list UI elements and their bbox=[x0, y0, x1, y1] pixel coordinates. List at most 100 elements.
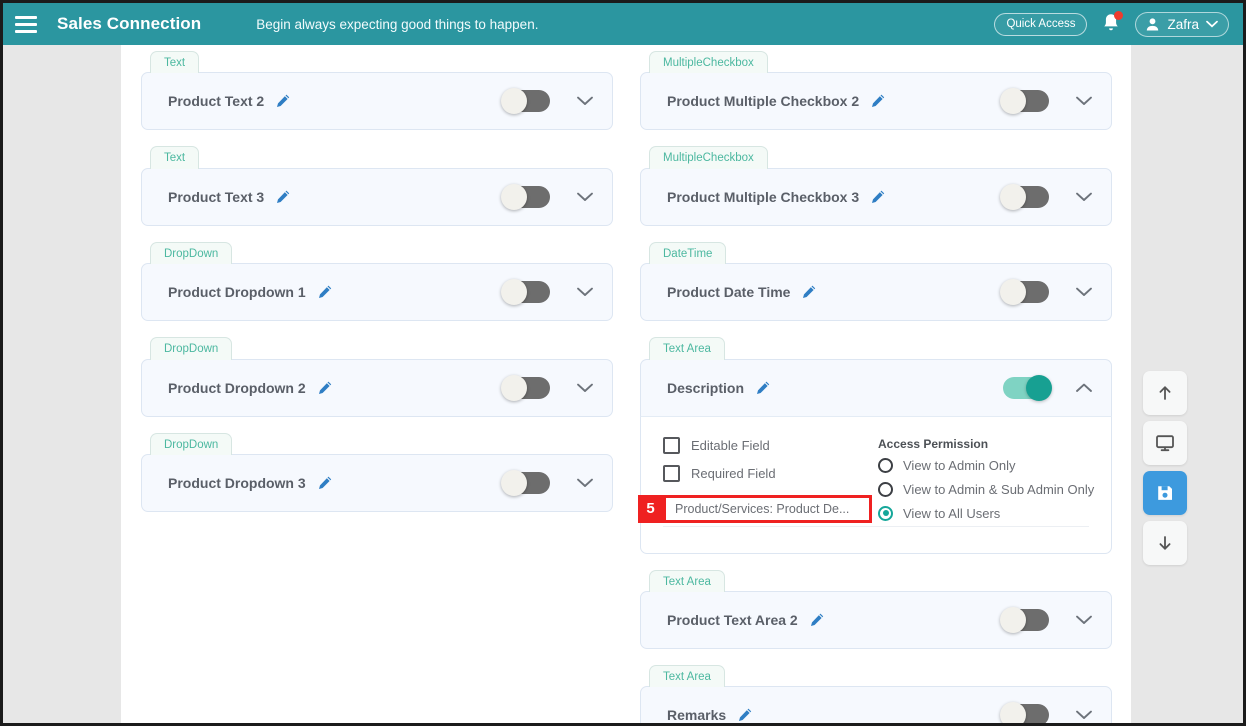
expand-card-button[interactable] bbox=[576, 379, 594, 397]
field-card-header[interactable]: Product Dropdown 2 bbox=[141, 358, 613, 417]
toggle-knob bbox=[1000, 183, 1026, 210]
edit-field-button[interactable] bbox=[317, 380, 333, 396]
field-card-controls bbox=[1000, 183, 1093, 210]
panel-divider bbox=[663, 525, 1089, 527]
field-card: Text Product Text 3 bbox=[141, 146, 613, 226]
permission-radio-selected[interactable] bbox=[878, 505, 893, 521]
edit-field-button[interactable] bbox=[870, 189, 886, 205]
permission-radio[interactable] bbox=[878, 481, 893, 497]
editable-field-checkbox[interactable] bbox=[663, 436, 680, 454]
expand-card-button[interactable] bbox=[576, 474, 594, 492]
field-enable-toggle[interactable] bbox=[501, 374, 550, 401]
field-enable-toggle[interactable] bbox=[1000, 606, 1049, 633]
field-title: Product Dropdown 2 bbox=[168, 379, 306, 396]
field-card: MultipleCheckbox Product Multiple Checkbo… bbox=[640, 51, 1112, 131]
permission-option-label: View to Admin Only bbox=[903, 457, 1016, 473]
chevron-down-icon bbox=[1076, 97, 1092, 106]
mapped-field-selector[interactable]: Product/Services: Product De... bbox=[663, 494, 872, 523]
field-card-header[interactable]: Remarks bbox=[640, 686, 1112, 723]
permission-option-2[interactable]: View to Admin & Sub Admin Only bbox=[878, 481, 1094, 497]
permission-radio[interactable] bbox=[878, 457, 893, 473]
monitor-icon bbox=[1156, 435, 1174, 452]
move-down-button[interactable] bbox=[1143, 521, 1187, 565]
expand-card-button[interactable] bbox=[576, 283, 594, 301]
field-enable-toggle[interactable] bbox=[1000, 183, 1049, 210]
field-card-header[interactable]: Product Text 3 bbox=[141, 167, 613, 226]
notification-bell-button[interactable] bbox=[1101, 11, 1124, 36]
edit-pencil-icon bbox=[872, 94, 885, 108]
permission-option-1[interactable]: View to Admin Only bbox=[878, 457, 1094, 473]
toggle-knob bbox=[1000, 88, 1026, 115]
field-card-header[interactable]: Product Text Area 2 bbox=[640, 590, 1112, 649]
left-side-strip bbox=[3, 45, 121, 723]
field-type-tab: DropDown bbox=[150, 432, 233, 455]
field-card-controls bbox=[501, 183, 594, 210]
edit-field-button[interactable] bbox=[755, 380, 771, 396]
field-enable-toggle[interactable] bbox=[1000, 88, 1049, 115]
field-card: Text Area Product Text Area 2 bbox=[640, 569, 1112, 649]
field-enable-toggle[interactable] bbox=[501, 88, 550, 115]
editable-field-row[interactable]: Editable Field bbox=[663, 436, 872, 454]
preview-button[interactable] bbox=[1143, 421, 1187, 465]
expand-card-button[interactable] bbox=[1075, 92, 1093, 110]
expand-card-button[interactable] bbox=[1075, 188, 1093, 206]
required-field-row[interactable]: Required Field bbox=[663, 464, 872, 482]
field-enable-toggle[interactable] bbox=[501, 183, 550, 210]
field-enable-toggle[interactable] bbox=[501, 279, 550, 306]
edit-field-button[interactable] bbox=[275, 93, 291, 109]
toggle-knob bbox=[501, 88, 527, 115]
field-card: Text Area Description Editable Field Requir… bbox=[638, 337, 1112, 554]
edit-pencil-icon bbox=[757, 381, 770, 394]
edit-field-button[interactable] bbox=[275, 189, 291, 205]
hamburger-menu-icon[interactable] bbox=[15, 15, 37, 33]
access-permission-title: Access Permission bbox=[878, 436, 989, 451]
collapse-card-button[interactable] bbox=[1075, 379, 1093, 397]
field-type-tab: Text Area bbox=[649, 664, 725, 688]
field-card-controls bbox=[501, 279, 594, 306]
field-title: Product Multiple Checkbox 3 bbox=[667, 188, 860, 205]
field-enable-toggle[interactable] bbox=[1003, 374, 1052, 401]
app-window: Sales Connection Begin always expecting … bbox=[0, 0, 1246, 726]
toggle-knob bbox=[1000, 702, 1026, 723]
field-enable-toggle[interactable] bbox=[501, 469, 550, 496]
expand-card-button[interactable] bbox=[576, 188, 594, 206]
move-up-button[interactable] bbox=[1143, 371, 1187, 415]
permission-option-3[interactable]: View to All Users bbox=[878, 505, 1094, 521]
header-tagline: Begin always expecting good things to ha… bbox=[256, 16, 539, 32]
required-field-checkbox[interactable] bbox=[663, 464, 680, 482]
field-title: Product Multiple Checkbox 2 bbox=[667, 93, 860, 110]
expand-card-button[interactable] bbox=[1075, 283, 1093, 301]
expand-card-button[interactable] bbox=[1075, 611, 1093, 629]
field-card-header[interactable]: Product Date Time bbox=[640, 263, 1112, 322]
save-disk-icon bbox=[1158, 486, 1172, 500]
user-menu-button[interactable]: Zafra bbox=[1135, 11, 1229, 37]
field-type-tab: MultipleCheckbox bbox=[649, 51, 768, 74]
edit-field-button[interactable] bbox=[317, 475, 333, 491]
access-permission-group: Access Permission View to Admin Only View … bbox=[872, 437, 1094, 530]
edit-field-button[interactable] bbox=[809, 612, 825, 628]
field-card-header[interactable]: Product Text 2 bbox=[141, 72, 613, 131]
field-enable-toggle[interactable] bbox=[1000, 279, 1049, 306]
field-title: Product Dropdown 3 bbox=[168, 474, 306, 491]
edit-field-button[interactable] bbox=[317, 284, 333, 300]
expand-card-button[interactable] bbox=[1075, 706, 1093, 723]
user-name-label: Zafra bbox=[1167, 16, 1199, 32]
field-title: Product Text 2 bbox=[168, 93, 265, 110]
edit-pencil-icon bbox=[739, 708, 752, 722]
field-card-header[interactable]: Description bbox=[640, 358, 1112, 417]
field-title: Product Text 3 bbox=[168, 188, 265, 205]
field-card: Text Product Text 2 bbox=[141, 51, 613, 131]
field-enable-toggle[interactable] bbox=[1000, 702, 1049, 723]
field-card-header[interactable]: Product Dropdown 3 bbox=[141, 453, 613, 512]
edit-field-button[interactable] bbox=[801, 284, 817, 300]
field-type-tab: Text Area bbox=[649, 569, 725, 592]
quick-access-button[interactable]: Quick Access bbox=[994, 12, 1088, 36]
field-card-header[interactable]: Product Multiple Checkbox 3 bbox=[640, 167, 1112, 226]
chevron-down-icon bbox=[1076, 615, 1092, 624]
field-card-header[interactable]: Product Dropdown 1 bbox=[141, 263, 613, 322]
field-card-header[interactable]: Product Multiple Checkbox 2 bbox=[640, 72, 1112, 131]
expand-card-button[interactable] bbox=[576, 92, 594, 110]
edit-field-button[interactable] bbox=[870, 93, 886, 109]
edit-field-button[interactable] bbox=[737, 707, 753, 723]
save-button[interactable] bbox=[1143, 471, 1187, 515]
